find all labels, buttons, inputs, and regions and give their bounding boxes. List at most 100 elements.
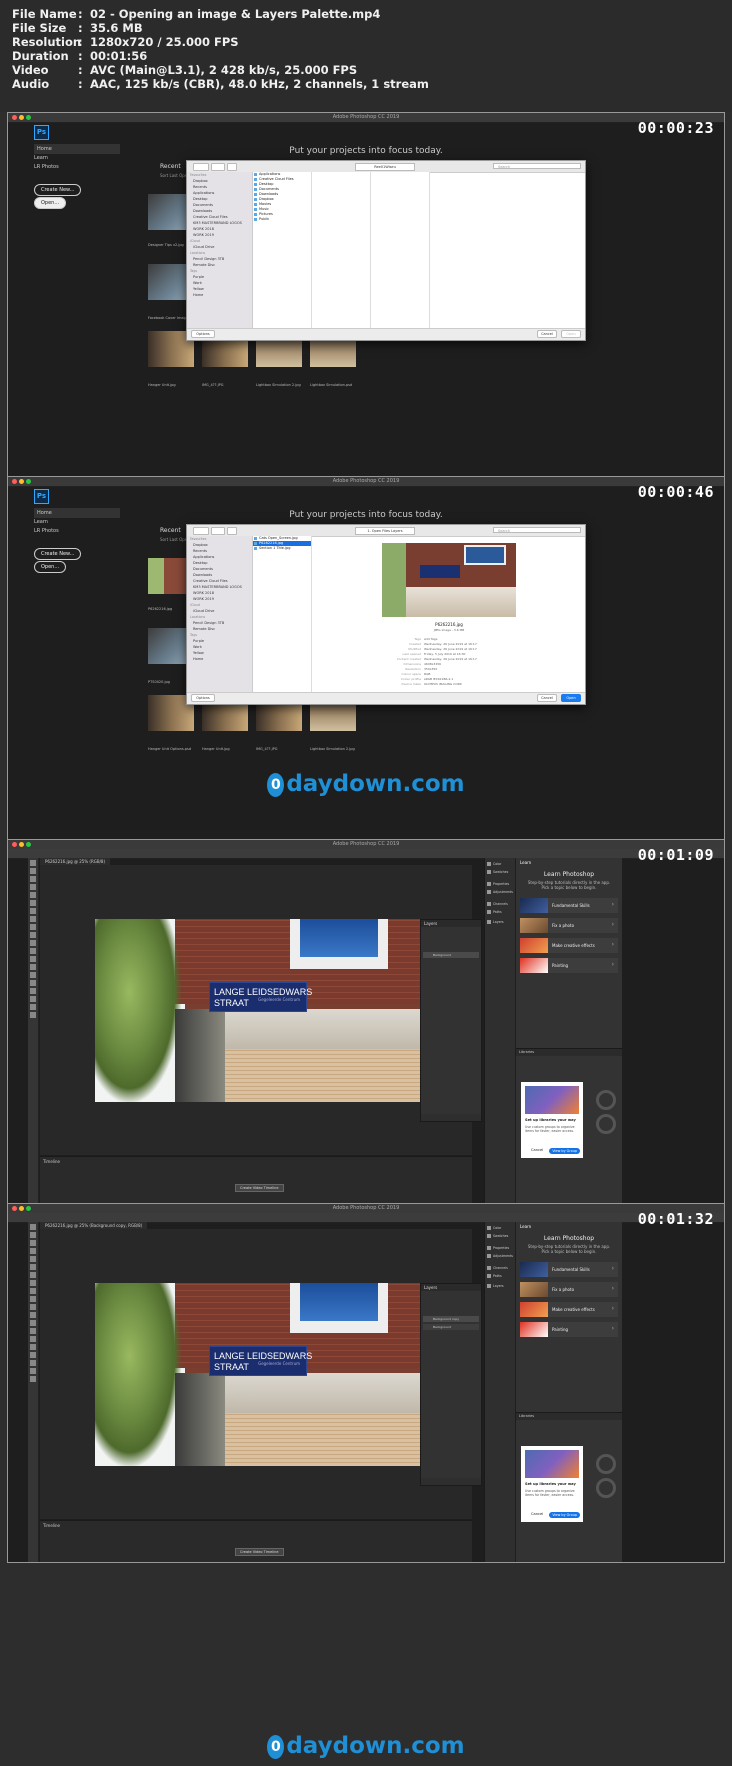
create-video-timeline-button[interactable]: Create Video Timeline: [235, 1184, 284, 1192]
layers-panel-title[interactable]: Layers: [421, 920, 481, 927]
crop-tool-icon[interactable]: [30, 892, 36, 898]
brush-tool-icon[interactable]: [30, 916, 36, 922]
nav-lr-photos[interactable]: LR Photos: [34, 528, 59, 534]
options-button[interactable]: Options: [191, 694, 215, 702]
color-panel-button[interactable]: Color: [487, 862, 501, 866]
tutorial-item[interactable]: Painting ›: [520, 958, 618, 973]
group-button[interactable]: [227, 527, 237, 535]
tutorial-item[interactable]: Make creative effects ›: [520, 1302, 618, 1317]
paths-panel-button[interactable]: Paths: [487, 1274, 502, 1278]
move-tool-icon[interactable]: [30, 1224, 36, 1230]
marquee-tool-icon[interactable]: [30, 1232, 36, 1238]
layer-row[interactable]: Background: [423, 952, 479, 958]
path-select-icon[interactable]: [30, 1352, 36, 1358]
shape-tool-icon[interactable]: [30, 996, 36, 1002]
file-item[interactable]: Section 1 Title.jpg: [253, 546, 311, 551]
pen-tool-icon[interactable]: [30, 1336, 36, 1342]
eraser-tool-icon[interactable]: [30, 1304, 36, 1310]
zoom-tool-icon[interactable]: [30, 1012, 36, 1018]
color-panel-button[interactable]: Color: [487, 1226, 501, 1230]
blur-tool-icon[interactable]: [30, 956, 36, 962]
tutorial-item[interactable]: Make creative effects ›: [520, 938, 618, 953]
type-tool-icon[interactable]: [30, 1344, 36, 1350]
search-input[interactable]: Search: [493, 163, 581, 169]
nav-lr-photos[interactable]: LR Photos: [34, 164, 59, 170]
adjustments-panel-button[interactable]: Adjustments: [487, 1254, 513, 1258]
open-button[interactable]: Open...: [34, 197, 67, 209]
swatches-panel-button[interactable]: Swatches: [487, 1234, 508, 1238]
eraser-tool-icon[interactable]: [30, 940, 36, 946]
history-brush-icon[interactable]: [30, 932, 36, 938]
eyedropper-tool-icon[interactable]: [30, 900, 36, 906]
group-button[interactable]: [227, 163, 237, 171]
heal-tool-icon[interactable]: [30, 1272, 36, 1278]
create-new-button[interactable]: Create New...: [34, 548, 82, 560]
channels-panel-button[interactable]: Channels: [487, 1266, 508, 1270]
hand-tool-icon[interactable]: [30, 1368, 36, 1374]
view-mode-button[interactable]: [211, 163, 225, 171]
layers-panel-title[interactable]: Layers: [421, 1284, 481, 1291]
blur-tool-icon[interactable]: [30, 1320, 36, 1326]
sidebar-item[interactable]: Home: [187, 292, 252, 298]
cancel-button[interactable]: Cancel: [537, 330, 557, 338]
gradient-tool-icon[interactable]: [30, 1312, 36, 1318]
libraries-header[interactable]: Libraries: [516, 1412, 622, 1420]
hand-tool-icon[interactable]: [30, 1004, 36, 1010]
create-video-timeline-button[interactable]: Create Video Timeline: [235, 1548, 284, 1556]
paths-panel-button[interactable]: Paths: [487, 910, 502, 914]
image-canvas[interactable]: LANGE LEIDSEDWARS STRAAT Gegeleerde Cent…: [95, 919, 421, 1102]
location-dropdown[interactable]: 1. Open Files Layers: [355, 527, 415, 535]
gradient-tool-icon[interactable]: [30, 948, 36, 954]
shape-tool-icon[interactable]: [30, 1360, 36, 1366]
channels-panel-button[interactable]: Channels: [487, 902, 508, 906]
properties-panel-button[interactable]: Properties: [487, 1246, 509, 1250]
back-forward-button[interactable]: [193, 163, 209, 171]
adjustments-panel-button[interactable]: Adjustments: [487, 890, 513, 894]
open-dialog-button[interactable]: Open: [561, 694, 581, 702]
dodge-tool-icon[interactable]: [30, 964, 36, 970]
dodge-tool-icon[interactable]: [30, 1328, 36, 1334]
properties-panel-button[interactable]: Properties: [487, 882, 509, 886]
select-tool-icon[interactable]: [30, 1248, 36, 1254]
type-tool-icon[interactable]: [30, 980, 36, 986]
back-forward-button[interactable]: [193, 527, 209, 535]
lasso-tool-icon[interactable]: [30, 1240, 36, 1246]
swatches-panel-button[interactable]: Swatches: [487, 870, 508, 874]
layer-row-selected[interactable]: Background copy: [423, 1316, 479, 1322]
tutorial-item[interactable]: Fundamental Skills ›: [520, 1262, 618, 1277]
cancel-button[interactable]: Cancel: [537, 694, 557, 702]
location-dropdown[interactable]: Ree01Wiseu: [355, 163, 415, 171]
sidebar-item[interactable]: Home: [187, 656, 252, 662]
pen-tool-icon[interactable]: [30, 972, 36, 978]
path-select-icon[interactable]: [30, 988, 36, 994]
move-tool-icon[interactable]: [30, 860, 36, 866]
brush-tool-icon[interactable]: [30, 1280, 36, 1286]
stamp-tool-icon[interactable]: [30, 1288, 36, 1294]
crop-tool-icon[interactable]: [30, 1256, 36, 1262]
tutorial-item[interactable]: Painting ›: [520, 1322, 618, 1337]
create-new-button[interactable]: Create New...: [34, 184, 82, 196]
tutorial-item[interactable]: Fundamental Skills ›: [520, 898, 618, 913]
layers-panel-button[interactable]: Layers: [487, 1284, 504, 1288]
marquee-tool-icon[interactable]: [30, 868, 36, 874]
select-tool-icon[interactable]: [30, 884, 36, 890]
eyedropper-tool-icon[interactable]: [30, 1264, 36, 1270]
stamp-tool-icon[interactable]: [30, 924, 36, 930]
libraries-header[interactable]: Libraries: [516, 1048, 622, 1056]
open-dialog-button[interactable]: Open: [561, 330, 581, 338]
open-button[interactable]: Open...: [34, 561, 67, 573]
layers-panel-button[interactable]: Layers: [487, 920, 504, 924]
view-by-group-button[interactable]: View by Group: [549, 1512, 580, 1518]
view-mode-button[interactable]: [211, 527, 225, 535]
folder-item[interactable]: Public: [253, 217, 311, 222]
document-tab[interactable]: P6262216.jpg @ 25% (RGB/8): [40, 858, 111, 865]
tutorial-item[interactable]: Fix a photo ›: [520, 1282, 618, 1297]
history-brush-icon[interactable]: [30, 1296, 36, 1302]
layer-row[interactable]: Background: [423, 1324, 479, 1330]
library-cancel-button[interactable]: Cancel: [531, 1512, 543, 1516]
lasso-tool-icon[interactable]: [30, 876, 36, 882]
image-canvas[interactable]: LANGE LEIDSEDWARS STRAAT Gegeleerde Cent…: [95, 1283, 421, 1466]
heal-tool-icon[interactable]: [30, 908, 36, 914]
document-tab[interactable]: P6262216.jpg @ 25% (Background copy, RGB…: [40, 1222, 148, 1229]
search-input[interactable]: Search: [493, 527, 581, 533]
